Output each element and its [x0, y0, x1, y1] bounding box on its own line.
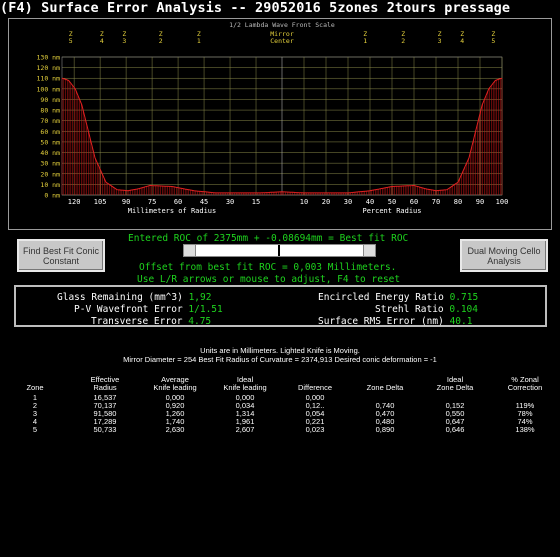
chart-title: 1/2 Lambda Wave Front Scale	[229, 21, 335, 29]
zone-marker-label: 2	[401, 37, 405, 45]
table-units-line: Units are in Millimeters. Lighted Knife …	[200, 346, 360, 355]
hint-line: Use L/R arrows or mouse to adjust, F4 to…	[137, 274, 401, 285]
roc-slider[interactable]	[183, 244, 376, 257]
y-tick-label: 110 nm	[37, 75, 61, 83]
slider-thumb[interactable]	[278, 245, 280, 256]
x-tick-label: 80	[454, 198, 462, 206]
table-header-cell: Zone	[26, 383, 44, 392]
slider-right-arrow[interactable]	[363, 245, 375, 256]
y-tick-label: 120 nm	[37, 64, 61, 72]
table-header-cell: Zone Delta	[436, 383, 474, 392]
x-tick-label: 20	[322, 198, 330, 206]
table-header-cell: Difference	[297, 383, 333, 392]
x-tick-label: 90	[476, 198, 484, 206]
table-header-cell: Knife leading	[153, 383, 197, 392]
table-cell: 2,630	[165, 425, 185, 434]
x-tick-label: 45	[200, 198, 208, 206]
rms-error-value: 40.1	[449, 316, 473, 327]
glass-remaining-value: 1,92	[188, 292, 212, 303]
pv-error-label: P-V Wavefront Error	[74, 304, 183, 315]
y-tick-label: 20 nm	[40, 170, 60, 178]
x-axis-label-left: Millimeters of Radius	[128, 207, 217, 215]
zone-marker-label: 4	[460, 37, 464, 45]
x-tick-label: 60	[410, 198, 418, 206]
table-cell: 0,646	[445, 425, 465, 434]
table-header-cell: Knife leading	[223, 383, 267, 392]
table-cell: 5	[32, 425, 38, 434]
y-tick-label: 50 nm	[40, 138, 60, 146]
encircled-energy-value: 0.715	[449, 292, 479, 303]
glass-remaining-label: Glass Remaining (mm^3)	[57, 292, 183, 303]
strehl-ratio-value: 0.104	[449, 304, 478, 315]
x-tick-label: 15	[252, 198, 260, 206]
find-best-fit-conic-button[interactable]: Find Best Fit Conic Constant	[17, 239, 105, 272]
transverse-error-label: Transverse Error	[91, 316, 183, 327]
x-tick-label: 50	[388, 198, 396, 206]
x-tick-label: 40	[366, 198, 374, 206]
x-tick-label: 90	[122, 198, 130, 206]
y-tick-label: 70 nm	[40, 117, 60, 125]
table-cell: 50,733	[93, 425, 117, 434]
y-tick-label: 90 nm	[40, 96, 60, 104]
transverse-error-value: 4.75	[188, 316, 212, 327]
table-cell: 0,890	[375, 425, 395, 434]
zone-marker-label: 1	[363, 37, 367, 45]
rms-error-label: Surface RMS Error (nm)	[318, 316, 444, 327]
table-header-cell: Zone Delta	[366, 383, 404, 392]
y-tick-label: 40 nm	[40, 149, 60, 157]
y-tick-label: 30 nm	[40, 160, 60, 168]
window-title: (F4) Surface Error Analysis -- 29052016 …	[0, 0, 511, 16]
y-tick-label: 10 nm	[40, 181, 60, 189]
mirror-center-label: Center	[270, 37, 294, 45]
x-axis-label-right: Percent Radius	[362, 207, 421, 215]
surface-error-plot: 1/2 Lambda Wave Front Scale 130 nm 120 nm 1…	[8, 18, 552, 230]
x-tick-label: 60	[174, 198, 182, 206]
offset-line: Offset from best fit ROC = 0,003 Millime…	[139, 262, 397, 273]
y-tick-label: 80 nm	[40, 107, 60, 115]
stats-panel: Glass Remaining (mm^3) 1,92 P-V Wavefron…	[14, 285, 547, 327]
dual-moving-cello-button[interactable]: Dual Moving Cello Analysis	[460, 239, 548, 272]
x-tick-label: 30	[226, 198, 234, 206]
table-cell: 138%	[515, 425, 535, 434]
table-cell: 0,023	[305, 425, 325, 434]
x-tick-label: 10	[300, 198, 308, 206]
zone-marker-label: 2	[159, 37, 163, 45]
roc-line: Entered ROC of 2375mm + -0.08694mm = Bes…	[128, 233, 409, 244]
zone-marker-label: 4	[100, 37, 104, 45]
table-mirror-line: Mirror Diameter = 254 Best Fit Radius of…	[123, 355, 437, 364]
zone-marker-label: 1	[197, 37, 201, 45]
encircled-energy-label: Encircled Energy Ratio	[318, 292, 444, 303]
table-header-cell: Radius	[93, 383, 117, 392]
y-tick-label: 0 nm	[44, 192, 60, 200]
slider-left-arrow[interactable]	[184, 245, 196, 256]
zone-marker-label: 3	[122, 37, 126, 45]
y-tick-label: 130 nm	[37, 54, 61, 62]
x-tick-label: 75	[148, 198, 156, 206]
surface-error-chart: 1/2 Lambda Wave Front Scale130 nm120 nm1…	[37, 21, 509, 215]
y-tick-label: 100 nm	[37, 85, 61, 93]
strehl-ratio-label: Strehl Ratio	[375, 304, 444, 315]
y-tick-label: 60 nm	[40, 128, 60, 136]
table-header-cell: Correction	[507, 383, 543, 392]
x-tick-label: 70	[432, 198, 440, 206]
pv-error-value: 1/1.51	[188, 304, 223, 315]
table-cell: 2,607	[235, 425, 255, 434]
zone-marker-label: 5	[69, 37, 73, 45]
x-tick-label: 120	[68, 198, 81, 206]
zone-marker-label: 3	[438, 37, 442, 45]
x-tick-label: 105	[94, 198, 107, 206]
zone-marker-label: 5	[491, 37, 495, 45]
x-tick-label: 100	[496, 198, 509, 206]
x-tick-label: 30	[344, 198, 352, 206]
